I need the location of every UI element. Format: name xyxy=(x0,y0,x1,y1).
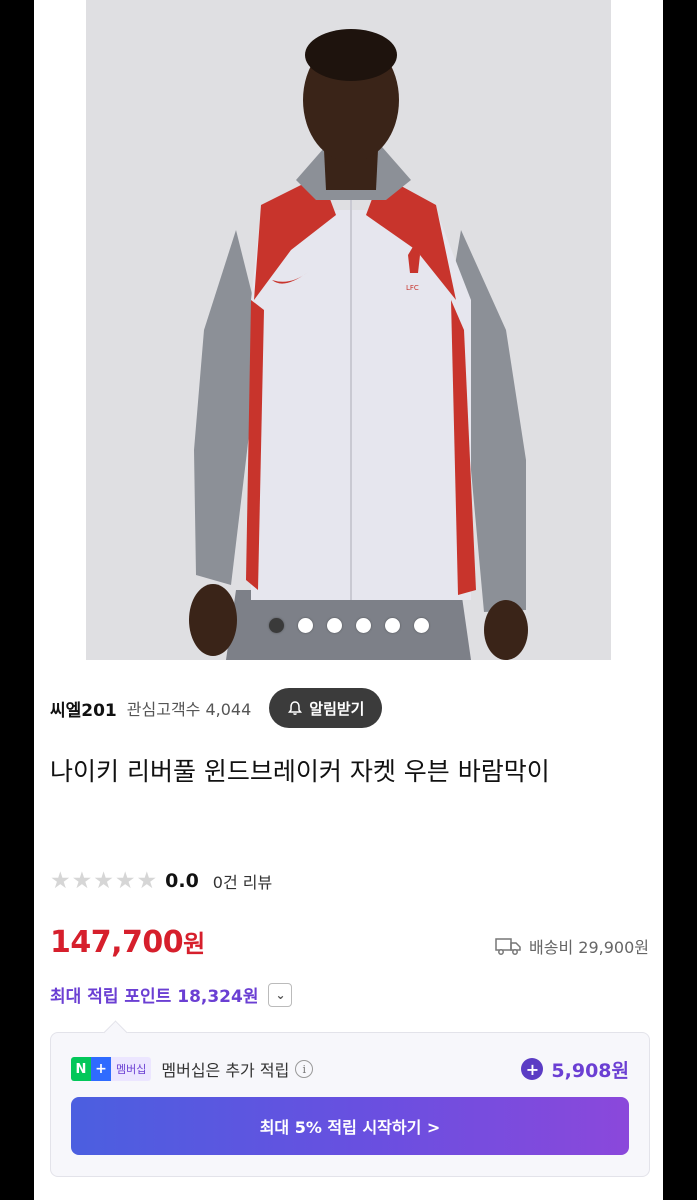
membership-panel: N + 멤버십 멤버십은 추가 적립 i + 5,908원 최대 5% 적립 시… xyxy=(50,1032,650,1177)
info-icon[interactable]: i xyxy=(295,1060,314,1078)
notify-button[interactable]: 알림받기 xyxy=(269,688,383,728)
star-icon: ★ xyxy=(50,867,71,894)
plus-circle-icon: + xyxy=(521,1058,544,1080)
carousel-dot-active[interactable] xyxy=(268,618,284,633)
badge-label: 멤버십 xyxy=(111,1057,152,1081)
seller-row: 씨엘201 관심고객수 4,044 알림받기 xyxy=(50,688,383,728)
membership-points-value: 5,908원 xyxy=(551,1059,629,1082)
price-number: 147,700 xyxy=(50,925,184,960)
carousel-indicator xyxy=(86,618,611,633)
carousel-dot[interactable] xyxy=(413,618,429,633)
max-points[interactable]: 최대 적립 포인트 18,324원 ⌄ xyxy=(50,982,293,1007)
start-membership-button[interactable]: 최대 5% 적립 시작하기 > xyxy=(71,1097,629,1155)
price-unit: 원 xyxy=(183,930,205,958)
shipping-fee-label: 배송비 29,900원 xyxy=(529,938,649,957)
bell-plus-icon xyxy=(288,701,303,715)
carousel-dot[interactable] xyxy=(326,618,342,633)
product-photo: LFC xyxy=(86,0,611,660)
membership-points: + 5,908원 xyxy=(521,1056,629,1083)
membership-text: 멤버십은 추가 적립 xyxy=(161,1061,290,1080)
notify-button-label: 알림받기 xyxy=(309,699,365,718)
naver-plus-membership-badge: N + 멤버십 xyxy=(71,1057,152,1081)
product-title: 나이키 리버풀 윈드브레이커 자켓 우븐 바람막이 xyxy=(50,757,550,786)
rating-row[interactable]: ★ ★ ★ ★ ★ 0.0 0건 리뷰 xyxy=(50,868,272,894)
truck-icon xyxy=(495,938,521,955)
carousel-dot[interactable] xyxy=(355,618,371,633)
shipping-fee: 배송비 29,900원 xyxy=(495,934,649,958)
star-icon: ★ xyxy=(114,867,136,894)
rating-value: 0.0 xyxy=(165,870,199,892)
max-points-label: 최대 적립 포인트 18,324원 xyxy=(50,987,259,1007)
star-icon: ★ xyxy=(71,867,93,894)
badge-plus: + xyxy=(91,1057,111,1081)
badge-n: N xyxy=(71,1057,91,1081)
rating-stars: ★ ★ ★ ★ ★ xyxy=(50,867,158,894)
carousel-dot[interactable] xyxy=(297,618,313,633)
product-image-carousel[interactable]: LFC xyxy=(86,0,611,660)
review-count[interactable]: 0건 리뷰 xyxy=(213,869,272,893)
product-page: LFC 씨엘201 관심고객수 4,044 알림받기 나이키 리버풀 윈드브레이… xyxy=(34,0,663,1200)
svg-text:LFC: LFC xyxy=(406,284,419,292)
price: 147,700원 xyxy=(50,924,205,960)
membership-row: N + 멤버십 멤버십은 추가 적립 i + 5,908원 xyxy=(71,1055,629,1083)
follower-count: 관심고객수 4,044 xyxy=(126,700,252,719)
carousel-dot[interactable] xyxy=(384,618,400,633)
chevron-down-icon[interactable]: ⌄ xyxy=(268,982,293,1007)
star-icon: ★ xyxy=(136,867,158,894)
seller-name[interactable]: 씨엘201 xyxy=(50,696,117,721)
star-icon: ★ xyxy=(93,867,114,894)
